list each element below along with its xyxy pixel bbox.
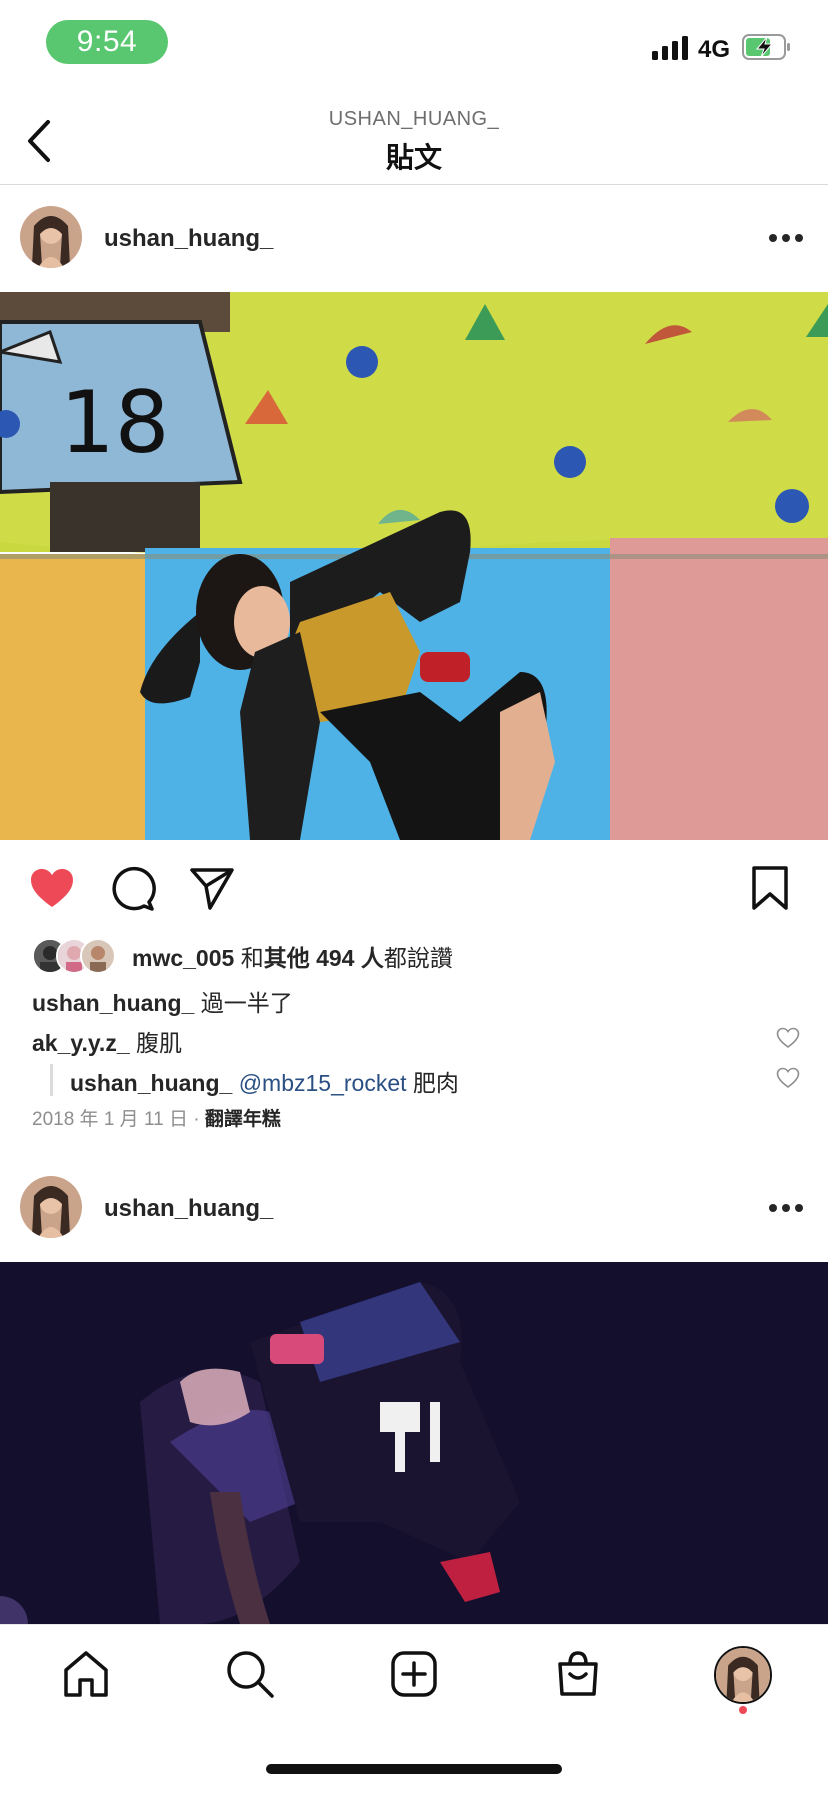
header-divider (0, 184, 828, 185)
home-indicator (266, 1764, 562, 1774)
reply-username[interactable]: ushan_huang_ (70, 1070, 232, 1096)
caption-username[interactable]: ushan_huang_ (32, 990, 194, 1016)
comment-text: 腹肌 (129, 1030, 183, 1056)
translate-link[interactable]: 翻譯年糕 (205, 1109, 281, 1130)
post-photo[interactable]: 18 (0, 292, 828, 840)
profile-avatar-photo (716, 1648, 770, 1702)
reply-text: 肥肉 (406, 1070, 459, 1096)
network-label: 4G (698, 36, 731, 63)
create-post-icon[interactable] (388, 1648, 440, 1700)
comment-like-heart-icon[interactable] (776, 1027, 800, 1049)
likes-summary: mwc_005 和其他 494 人都說讚 (132, 939, 453, 973)
shopping-bag-icon[interactable] (552, 1648, 604, 1700)
post-author-username[interactable]: ushan_huang_ (104, 225, 273, 253)
likes-and: 和 (234, 945, 264, 971)
home-icon[interactable] (60, 1648, 112, 1700)
more-options-icon[interactable] (768, 1203, 804, 1213)
battery-charging-icon (742, 34, 790, 60)
search-icon[interactable] (224, 1648, 276, 1700)
notification-dot (739, 1706, 747, 1714)
comment-icon[interactable] (108, 864, 156, 912)
post-date: 2018 年 1 月 11 日 (32, 1109, 188, 1130)
post-caption: ushan_huang_ 過一半了 (32, 984, 293, 1018)
date-separator: · (187, 1109, 205, 1130)
dancer-stage-image: 18 (0, 292, 828, 840)
jersey-number: 18 (60, 373, 169, 473)
page-title: 貼文 (385, 142, 442, 173)
comment: ak_y.y.z_ 腹肌 (32, 1024, 182, 1058)
more-options-icon[interactable] (768, 233, 804, 243)
likes-others-count[interactable]: 其他 494 人 (264, 945, 384, 971)
post-photo[interactable] (0, 1262, 828, 1624)
post-date-row: 2018 年 1 月 11 日 · 翻譯年糕 (32, 1104, 281, 1131)
like-heart-icon[interactable] (28, 864, 76, 912)
comment-username[interactable]: ak_y.y.z_ (32, 1030, 130, 1056)
comment-like-heart-icon[interactable] (776, 1067, 800, 1089)
avatar-photo (20, 206, 82, 268)
post-author-avatar[interactable] (20, 206, 82, 268)
profile-avatar[interactable] (714, 1646, 772, 1704)
liked-by-row[interactable]: mwc_005 和其他 494 人都說讚 (32, 938, 453, 974)
header-username: USHAN_HUANG_ (328, 108, 500, 130)
liker-avatar (80, 938, 116, 974)
caption-text: 過一半了 (194, 990, 293, 1016)
status-time: 9:54 (46, 20, 168, 64)
post-author-username[interactable]: ushan_huang_ (104, 1195, 273, 1223)
cellular-signal-icon (652, 36, 688, 60)
likes-suffix: 都說讚 (383, 945, 453, 971)
avatar-photo (20, 1176, 82, 1238)
reply-mention[interactable]: @mbz15_rocket (232, 1070, 407, 1096)
comment-reply: ushan_huang_ @mbz15_rocket 肥肉 (70, 1064, 459, 1098)
bookmark-icon[interactable] (746, 864, 794, 912)
dancer-dark-stage-image (0, 1262, 828, 1624)
post-author-avatar[interactable] (20, 1176, 82, 1238)
share-paper-plane-icon[interactable] (188, 864, 236, 912)
liker-username[interactable]: mwc_005 (132, 945, 234, 971)
reply-thread-line (50, 1064, 53, 1096)
